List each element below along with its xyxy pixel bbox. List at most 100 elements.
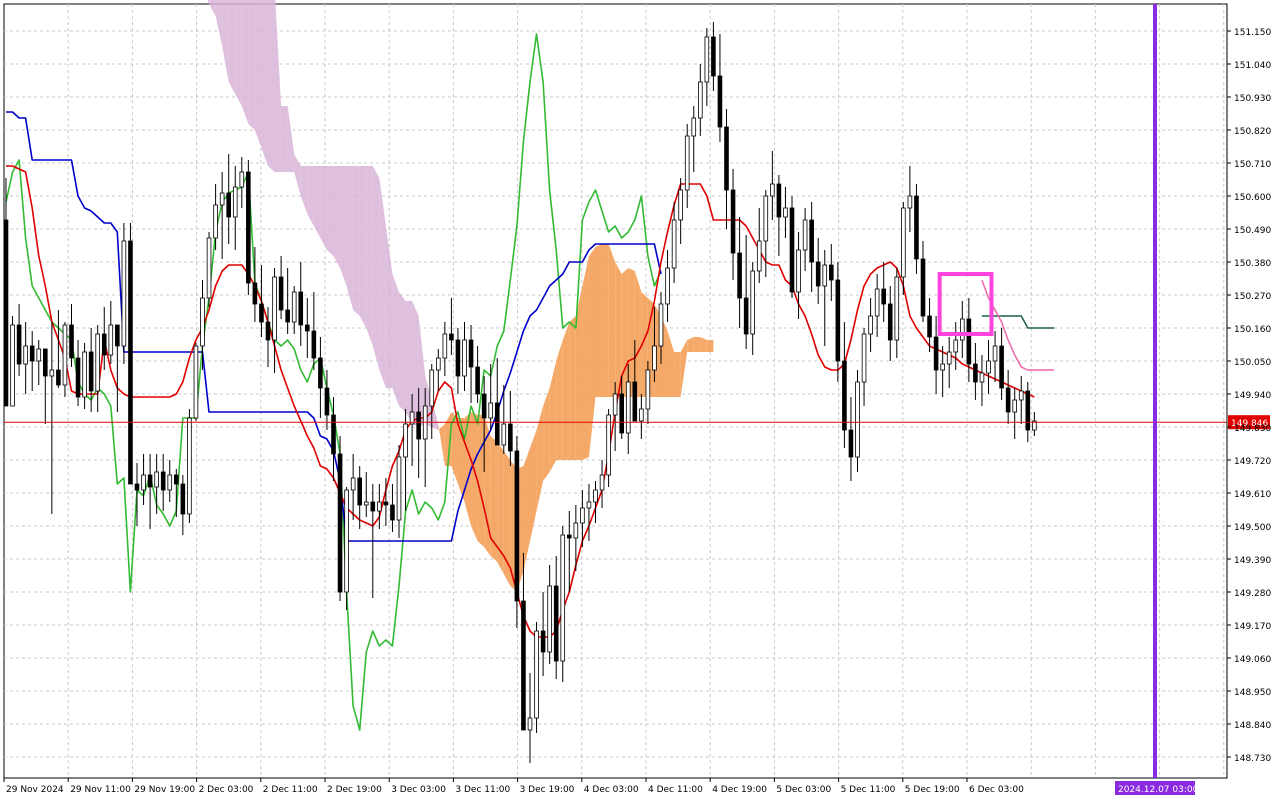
cloud-bull-segment [562, 322, 570, 460]
candle-bear [16, 324, 22, 365]
candle-bull [770, 183, 775, 197]
candle-bull [10, 324, 15, 407]
cloud-bear-segment [254, 0, 262, 148]
candle-bear [927, 315, 932, 338]
candle-bull [756, 240, 762, 272]
cloud-bear-segment [372, 166, 380, 370]
candle-bull [36, 348, 42, 362]
candle-bull [573, 522, 579, 539]
candle-bear [468, 339, 474, 368]
y-tick-label: 148.950 [1234, 688, 1271, 698]
candle-bear [318, 357, 323, 389]
cloud-bull-segment [608, 244, 616, 397]
candle-bull [200, 297, 205, 347]
candle-bull [855, 381, 860, 458]
x-tick-label: 29 Nov 11:00 [70, 785, 131, 795]
candle-bull [219, 192, 225, 206]
candle-bull [698, 81, 703, 119]
candle-bull [580, 507, 585, 524]
x-tick-label: 5 Dec 11:00 [841, 785, 896, 795]
candle-bear [29, 345, 35, 362]
chart-container[interactable]: 149.846 2024.12.07 03:00 151.150 151.040 15… [0, 0, 1280, 800]
y-tick-label: 151.040 [1234, 61, 1271, 71]
x-tick-label: 2 Dec 19:00 [327, 785, 382, 795]
y-tick-label: 150.930 [1234, 94, 1271, 104]
candle-bear [252, 282, 258, 305]
candle-bull [23, 345, 28, 365]
candle-bear [494, 402, 500, 446]
candle-bull [501, 423, 507, 446]
candle-bull [953, 339, 959, 353]
candle-bull [868, 315, 873, 335]
y-tick-label: 150.710 [1234, 160, 1271, 170]
cloud-bull-segment [477, 415, 485, 547]
cloud-bear-segment [326, 166, 334, 256]
candle-bear [966, 318, 972, 365]
candle-bear [1025, 390, 1031, 431]
cloud-bear-segment [359, 166, 367, 328]
candle-bull [429, 369, 435, 407]
candle-bull [193, 345, 199, 419]
cloud-bear-segment [228, 0, 236, 94]
y-tick-label: 150.600 [1234, 193, 1271, 203]
y-tick-label: 151.150 [1234, 28, 1271, 38]
cloud-bull-segment [582, 256, 589, 460]
candle-bear [449, 333, 454, 341]
cloud-bear-segment [346, 166, 354, 310]
x-tick-label: 3 Dec 11:00 [455, 785, 510, 795]
y-tick-label: 149.610 [1234, 490, 1271, 500]
x-tick-label: 5 Dec 19:00 [905, 785, 960, 795]
candle-bull [992, 345, 998, 362]
x-tick-label: 2 Dec 11:00 [263, 785, 318, 795]
cloud-bear-segment [241, 0, 249, 124]
candle-bull [462, 339, 467, 377]
candle-bull [291, 291, 297, 323]
candle-bull [377, 501, 382, 512]
y-tick-label: 150.270 [1234, 292, 1271, 302]
y-tick-label: 149.830 [1234, 424, 1271, 434]
candle-bull [684, 135, 690, 191]
candle-bull [1018, 390, 1024, 401]
cloud-bull-segment [569, 316, 576, 460]
candle-bear [278, 276, 284, 311]
cloud-bear-segment [340, 166, 347, 286]
candle-bear [809, 219, 814, 263]
candle-bull [187, 417, 192, 515]
candle-bull [658, 303, 664, 347]
candle-bull [560, 534, 566, 662]
y-tick-label: 148.840 [1234, 721, 1271, 731]
candle-bull [232, 186, 238, 218]
candle-bear [521, 600, 526, 731]
candle-bull [678, 189, 683, 221]
candle-bull [396, 456, 402, 521]
candle-bear [514, 450, 520, 602]
x-tick-label: 4 Dec 11:00 [648, 785, 703, 795]
candle-bull [350, 477, 356, 491]
candle-bull [442, 333, 448, 359]
candle-bear [455, 339, 461, 377]
future-time-marker-label: 2024.12.07 03:00 [1118, 785, 1199, 795]
candle-bear [115, 324, 120, 347]
cloud-bull-segment [634, 271, 642, 397]
candle-bear [475, 366, 480, 395]
candle-bear [311, 330, 317, 359]
candle-bull [979, 372, 985, 383]
candle-bull [874, 288, 880, 317]
cloud-bear-segment [320, 166, 327, 250]
candle-bull [108, 324, 114, 356]
candlestick-chart[interactable]: 149.8462024.12.07 03:00 151.150151.04015… [0, 0, 1280, 800]
candle-bull [750, 270, 755, 335]
y-tick-label: 150.380 [1234, 259, 1271, 269]
candle-bull [946, 351, 952, 365]
candle-bear [331, 414, 336, 455]
candle-bear [416, 411, 421, 440]
candle-bull [547, 585, 552, 653]
x-tick-label: 3 Dec 19:00 [520, 785, 575, 795]
y-tick-label: 150.820 [1234, 127, 1271, 137]
candle-bull [121, 240, 127, 347]
candle-bull [239, 171, 245, 188]
candle-bear [835, 279, 841, 362]
candle-bull [802, 219, 808, 251]
candle-bull [606, 414, 611, 476]
cloud-bull-segment [674, 352, 681, 397]
